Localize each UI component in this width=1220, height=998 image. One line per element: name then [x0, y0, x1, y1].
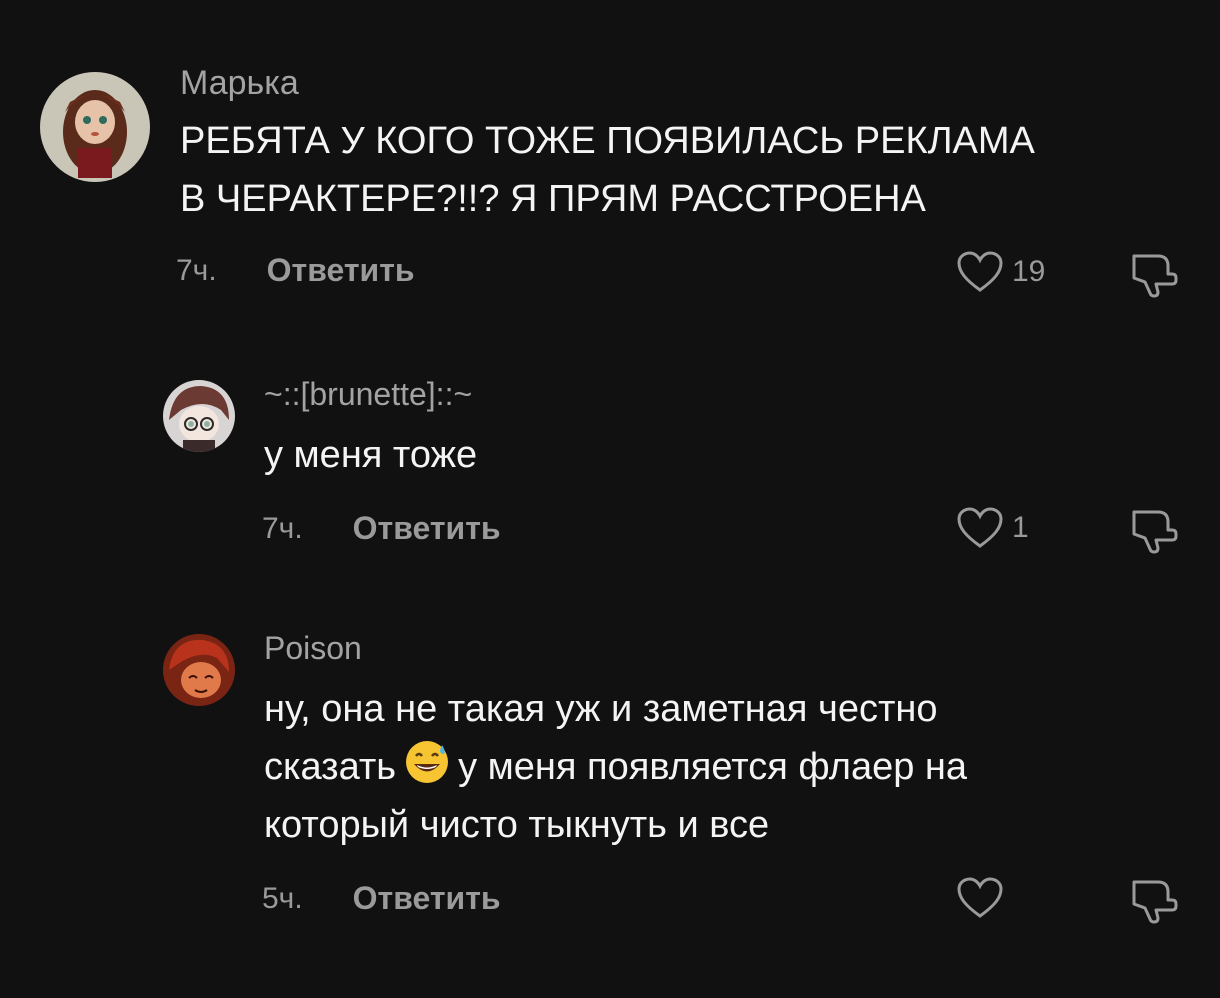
like-button[interactable] — [956, 876, 1004, 920]
like-button[interactable]: 19 — [956, 250, 1045, 294]
doll-avatar-image — [40, 72, 150, 182]
comment-text-line: РЕБЯТА У КОГО ТОЖЕ ПОЯВИЛАСЬ РЕКЛАМА — [180, 120, 1035, 162]
comment-text-fragment: у меня появляется флаер на — [458, 746, 968, 788]
comment-text-fragment: сказать — [264, 746, 397, 788]
reply-button[interactable]: Ответить — [267, 252, 415, 289]
comment-meta: 7ч. Ответить — [176, 252, 415, 289]
timestamp: 7ч. — [176, 253, 217, 287]
username[interactable]: Poison — [264, 630, 362, 667]
like-count: 1 — [1012, 511, 1029, 544]
heart-icon — [957, 251, 1003, 292]
anime-avatar-image — [163, 380, 235, 452]
heart-icon — [957, 507, 1003, 548]
thumbs-down-icon — [1132, 510, 1178, 554]
timestamp: 7ч. — [262, 511, 303, 545]
dislike-button[interactable] — [1128, 504, 1180, 556]
avatar[interactable] — [40, 72, 150, 182]
comment-meta: 5ч. Ответить — [262, 880, 501, 917]
avatar[interactable] — [163, 380, 235, 452]
anime-avatar-image — [163, 634, 235, 706]
comment-text-line: сказать у меня появляется флаер на — [264, 738, 1184, 796]
reply-button[interactable]: Ответить — [353, 510, 501, 547]
comment-text-line: ну, она не такая уж и заметная честно — [264, 688, 938, 730]
comment-text: РЕБЯТА У КОГО ТОЖЕ ПОЯВИЛАСЬ РЕКЛАМА В Ч… — [180, 112, 1190, 228]
heart-icon — [957, 877, 1003, 918]
like-button[interactable]: 1 — [956, 506, 1029, 550]
reply-button[interactable]: Ответить — [353, 880, 501, 917]
thumbs-down-icon — [1132, 880, 1178, 924]
avatar[interactable] — [163, 634, 235, 706]
like-count: 19 — [1012, 255, 1046, 288]
comment-text: ну, она не такая уж и заметная честно ск… — [264, 680, 1184, 854]
comment-text-line: который чисто тыкнуть и все — [264, 804, 770, 846]
comment-meta: 7ч. Ответить — [262, 510, 501, 547]
thumbs-down-icon — [1132, 254, 1178, 298]
dislike-button[interactable] — [1128, 248, 1180, 300]
username[interactable]: ~::[brunette]::~ — [264, 376, 472, 413]
comment-text: у меня тоже — [264, 434, 478, 476]
comment-text-line: В ЧЕРАКТЕРЕ?!!? Я ПРЯМ РАССТРОЕНА — [180, 178, 926, 220]
grinning-face-with-sweat-icon — [406, 741, 449, 783]
dislike-button[interactable] — [1128, 874, 1180, 926]
username[interactable]: Марька — [180, 64, 299, 103]
timestamp: 5ч. — [262, 881, 303, 915]
